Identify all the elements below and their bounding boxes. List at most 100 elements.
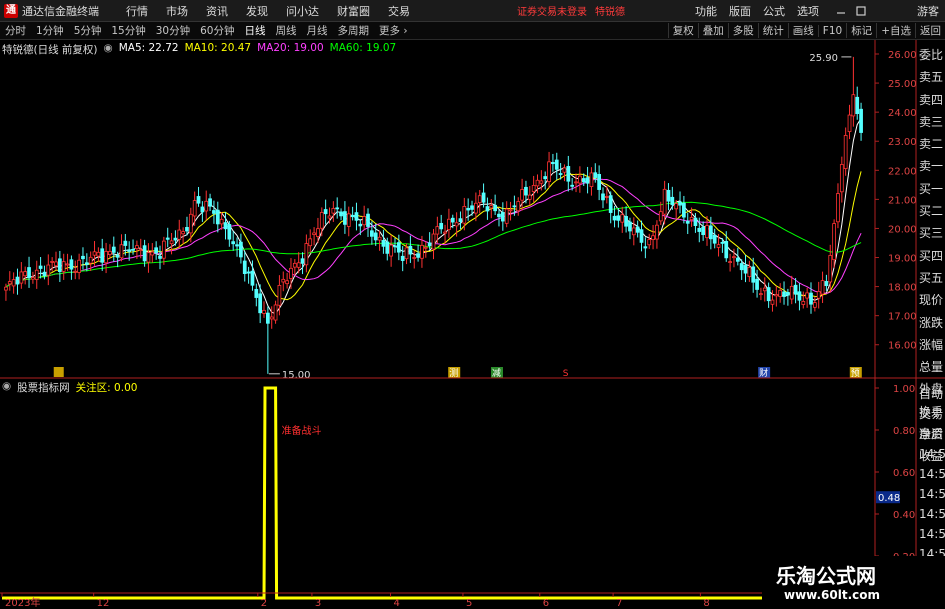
candle-7[interactable] <box>31 271 35 284</box>
candle-27[interactable] <box>108 244 112 259</box>
side-item-7[interactable]: 买二 <box>917 200 945 222</box>
candle-74[interactable] <box>289 258 293 289</box>
candle-90[interactable] <box>350 206 355 221</box>
candle-220[interactable] <box>851 56 856 127</box>
candle-88[interactable] <box>343 201 347 234</box>
candle-8[interactable] <box>34 260 39 289</box>
candle-111[interactable] <box>431 229 436 260</box>
candle-157[interactable] <box>608 191 613 224</box>
candle-175[interactable] <box>678 191 682 214</box>
candle-17[interactable] <box>69 255 74 280</box>
candle-72[interactable] <box>281 271 286 292</box>
candle-113[interactable] <box>439 214 444 234</box>
candle-79[interactable] <box>308 229 313 253</box>
candle-1[interactable] <box>7 271 12 291</box>
candle-131[interactable] <box>508 201 513 221</box>
candle-130[interactable] <box>504 201 509 228</box>
candle-118[interactable] <box>458 211 463 229</box>
side-lower-item-4[interactable]: 14:50 <box>917 464 945 484</box>
candle-154[interactable] <box>597 165 602 201</box>
candle-13[interactable] <box>54 251 58 271</box>
candle-192[interactable] <box>743 254 748 283</box>
candle-73[interactable] <box>285 272 289 289</box>
candle-63[interactable] <box>246 266 251 284</box>
candle-14[interactable] <box>57 250 62 283</box>
candle-82[interactable] <box>319 207 324 237</box>
side-item-13[interactable]: 涨幅 <box>917 334 945 356</box>
candle-219[interactable] <box>847 104 852 140</box>
minimize-icon[interactable] <box>835 5 847 17</box>
candle-100[interactable] <box>389 234 393 267</box>
candle-89[interactable] <box>346 206 351 237</box>
indicator-name[interactable]: 股票指标网 <box>17 380 70 395</box>
candle-188[interactable] <box>728 253 732 272</box>
candle-218[interactable] <box>843 127 848 176</box>
tool-overlay[interactable]: 叠加 <box>697 23 728 38</box>
period-tab-multi[interactable]: 多周期 <box>333 23 375 38</box>
candle-42[interactable] <box>165 227 170 248</box>
period-tab-weekly[interactable]: 周线 <box>271 23 302 38</box>
candle-146[interactable] <box>566 155 571 192</box>
event-marker-4[interactable]: 预 <box>849 367 862 379</box>
period-tab-60min[interactable]: 60分钟 <box>195 23 239 38</box>
candle-167[interactable] <box>647 233 652 249</box>
settings-dot-icon[interactable]: ◉ <box>104 42 113 56</box>
side-item-12[interactable]: 涨跌 <box>917 312 945 334</box>
candle-109[interactable] <box>423 241 428 258</box>
candle-201[interactable] <box>778 283 783 303</box>
candle-206[interactable] <box>797 283 802 311</box>
candle-197[interactable] <box>762 277 767 302</box>
candle-95[interactable] <box>370 221 374 245</box>
candle-60[interactable] <box>235 237 239 257</box>
tool-add-watchlist[interactable]: +自选 <box>876 23 915 38</box>
candle-92[interactable] <box>358 219 363 236</box>
period-tab-1min[interactable]: 1分钟 <box>31 23 69 38</box>
side-lower-item-2[interactable]: 盘后 <box>917 424 945 444</box>
candle-176[interactable] <box>682 195 686 224</box>
candle-203[interactable] <box>786 288 790 306</box>
candle-221[interactable] <box>855 86 860 120</box>
side-item-6[interactable]: 买一 <box>917 178 945 200</box>
candle-2[interactable] <box>11 272 16 294</box>
side-item-0[interactable]: 委比 <box>917 44 945 66</box>
candle-38[interactable] <box>150 243 155 263</box>
menu-item-trade[interactable]: 交易 <box>379 3 419 19</box>
candle-210[interactable] <box>812 296 817 312</box>
candle-125[interactable] <box>485 197 490 220</box>
candle-75[interactable] <box>292 259 297 276</box>
side-item-4[interactable]: 卖二 <box>917 133 945 155</box>
candle-96[interactable] <box>373 223 378 246</box>
candle-149[interactable] <box>578 166 582 193</box>
menu-item-market[interactable]: 市场 <box>157 3 197 19</box>
candle-169[interactable] <box>655 220 659 249</box>
candle-205[interactable] <box>793 278 798 304</box>
tool-back[interactable]: 返回 <box>915 23 945 38</box>
period-tab-15min[interactable]: 15分钟 <box>106 23 150 38</box>
candle-70[interactable] <box>273 300 278 324</box>
kline-chart-area[interactable]: 25.90 15.00 测 减 S 财 预 准备战斗 26.00 25.00 24.00 23.0… <box>0 40 945 609</box>
candle-184[interactable] <box>712 228 717 249</box>
candle-30[interactable] <box>119 234 124 262</box>
menu-item-formula[interactable]: 公式 <box>757 3 791 19</box>
candle-41[interactable] <box>161 236 166 265</box>
candle-182[interactable] <box>705 216 709 246</box>
candle-164[interactable] <box>635 220 640 238</box>
side-item-5[interactable]: 卖一 <box>917 155 945 177</box>
side-lower-item-5[interactable]: 14:50 <box>917 484 945 504</box>
candle-145[interactable] <box>562 164 567 182</box>
candle-198[interactable] <box>766 282 771 308</box>
candle-196[interactable] <box>759 287 763 301</box>
event-marker-start-icon[interactable] <box>53 367 64 377</box>
candle-222[interactable] <box>859 102 863 141</box>
candle-181[interactable] <box>701 221 706 241</box>
candle-208[interactable] <box>805 287 810 308</box>
period-tab-30min[interactable]: 30分钟 <box>151 23 195 38</box>
candle-213[interactable] <box>824 274 829 291</box>
candle-37[interactable] <box>146 243 151 273</box>
candle-26[interactable] <box>104 242 108 274</box>
candle-15[interactable] <box>61 253 66 280</box>
candle-193[interactable] <box>747 260 752 282</box>
event-marker-1[interactable]: 减 <box>490 367 503 379</box>
candle-54[interactable] <box>212 200 216 224</box>
side-lower-item-6[interactable]: 14:50 <box>917 504 945 524</box>
